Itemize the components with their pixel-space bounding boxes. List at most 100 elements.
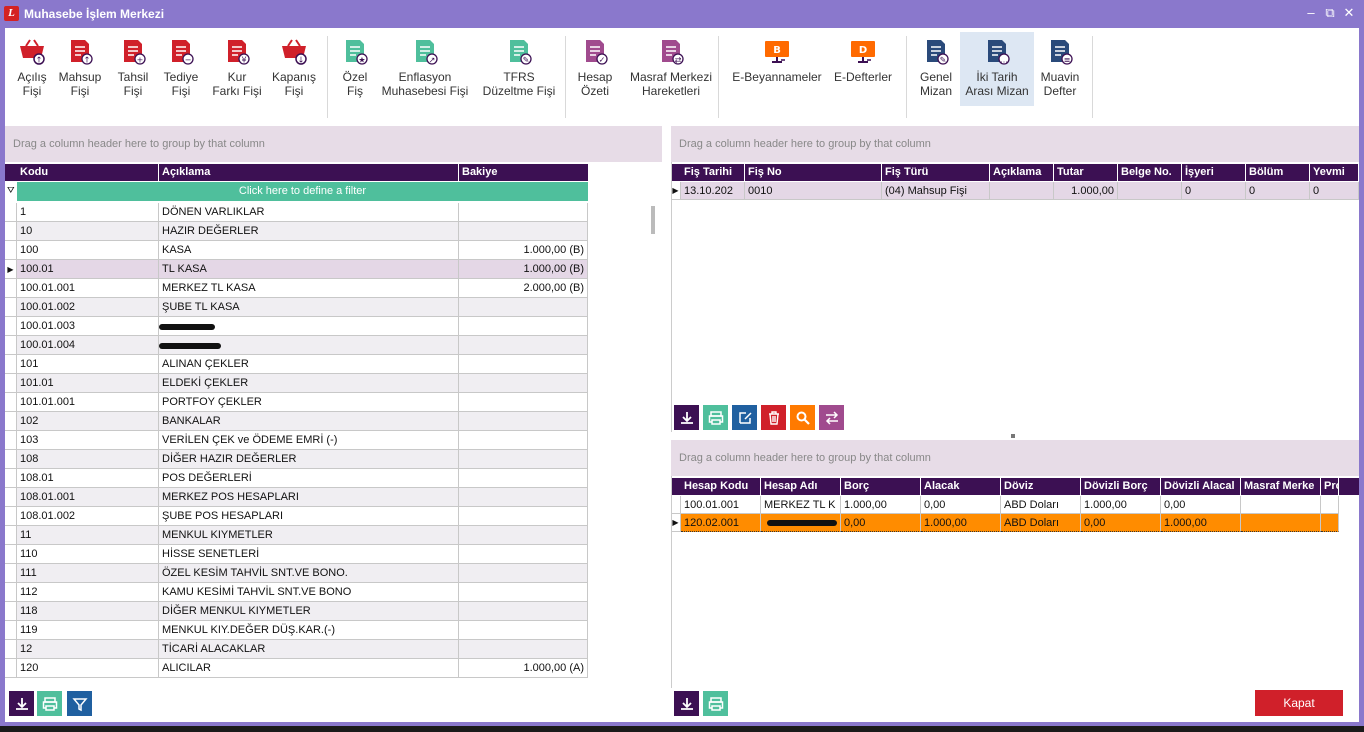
- ribbon-button-7[interactable]: ★ Özel Fiş: [335, 32, 375, 106]
- group-by-bar-vouchers[interactable]: Drag a column header here to group by th…: [671, 126, 1359, 162]
- ribbon-button-15[interactable]: … İki Tarih Arası Mizan: [960, 32, 1034, 106]
- grid-row[interactable]: 13.10.202 0010 (04) Mahsup Fişi 1.000,00 0 0 0: [681, 182, 1359, 200]
- scrollbar-thumb[interactable]: [651, 206, 655, 234]
- cell-aciklama: DÖNEN VARLIKLAR: [159, 203, 459, 222]
- ribbon-button-1[interactable]: ↑ Açılış Fişi: [10, 32, 54, 106]
- account-row[interactable]: 112 KAMU KESİMİ TAHVİL SNT.VE BONO: [17, 583, 588, 602]
- column-header[interactable]: Fiş Tarihi: [681, 164, 745, 181]
- ribbon-button-9[interactable]: ✎ TFRS Düzeltme Fişi: [475, 32, 563, 106]
- ribbon-button-5[interactable]: ¥ Kur Farkı Fişi: [211, 32, 263, 106]
- close-icon[interactable]: ✕: [1341, 5, 1357, 21]
- column-header[interactable]: Bölüm: [1246, 164, 1310, 181]
- column-header[interactable]: Döviz: [1001, 478, 1081, 495]
- account-row[interactable]: 100.01.004: [17, 336, 588, 355]
- cell-kodu: 101.01: [17, 374, 159, 393]
- column-header[interactable]: Hesap Kodu: [681, 478, 761, 495]
- svg-text:★: ★: [358, 56, 365, 65]
- ribbon-button-10[interactable]: ✓ Hesap Özeti: [571, 32, 619, 106]
- account-row[interactable]: 118 DİĞER MENKUL KIYMETLER: [17, 602, 588, 621]
- column-header[interactable]: İşyeri: [1182, 164, 1246, 181]
- column-header[interactable]: Fiş No: [745, 164, 882, 181]
- column-header-kodu[interactable]: Kodu: [17, 164, 159, 181]
- account-row[interactable]: 12 TİCARİ ALACAKLAR: [17, 640, 588, 659]
- account-row[interactable]: 11 MENKUL KIYMETLER: [17, 526, 588, 545]
- column-header-aciklama[interactable]: Açıklama: [159, 164, 459, 181]
- minimize-icon[interactable]: ‒: [1303, 5, 1319, 21]
- export-button[interactable]: [9, 691, 34, 716]
- ribbon-button-4[interactable]: − Tediye Fişi: [157, 32, 205, 106]
- account-row[interactable]: 102 BANKALAR: [17, 412, 588, 431]
- account-row[interactable]: 110 HİSSE SENETLERİ: [17, 545, 588, 564]
- account-row[interactable]: 100.01.002 ŞUBE TL KASA: [17, 298, 588, 317]
- account-row[interactable]: 1 DÖNEN VARLIKLAR: [17, 203, 588, 222]
- splitter[interactable]: [662, 126, 670, 722]
- account-row[interactable]: 120 ALICILAR 1.000,00 (A): [17, 659, 588, 678]
- account-row[interactable]: 111 ÖZEL KESİM TAHVİL SNT.VE BONO.: [17, 564, 588, 583]
- column-header[interactable]: Dövizli Alacal: [1161, 478, 1241, 495]
- group-by-bar-lines[interactable]: Drag a column header here to group by th…: [671, 440, 1359, 476]
- print-button[interactable]: [37, 691, 62, 716]
- column-header[interactable]: Hesap Adı: [761, 478, 841, 495]
- column-header[interactable]: Alacak: [921, 478, 1001, 495]
- ribbon-button-6[interactable]: ↓ Kapanış Fişi: [267, 32, 321, 106]
- account-row[interactable]: 108.01.002 ŞUBE POS HESAPLARI: [17, 507, 588, 526]
- column-header[interactable]: Tutar: [1054, 164, 1118, 181]
- export-vouchers-button[interactable]: [674, 405, 699, 430]
- account-row[interactable]: 100 KASA 1.000,00 (B): [17, 241, 588, 260]
- filter-row[interactable]: Click here to define a filter: [17, 182, 588, 201]
- svg-text:…: …: [1000, 56, 1008, 65]
- download-icon: [680, 411, 693, 424]
- ribbon-button-8[interactable]: ↗ Enflasyon Muhasebesi Fişi: [381, 32, 469, 106]
- column-header[interactable]: Fiş Türü: [882, 164, 990, 181]
- cell-bakiye: [459, 640, 588, 659]
- account-row[interactable]: 100.01.003: [17, 317, 588, 336]
- account-row[interactable]: 10 HAZIR DEĞERLER: [17, 222, 588, 241]
- account-row[interactable]: 100.01 TL KASA 1.000,00 (B): [17, 260, 588, 279]
- export-lines-button[interactable]: [674, 691, 699, 716]
- column-header[interactable]: Proje: [1321, 478, 1339, 495]
- column-header[interactable]: Belge No.: [1118, 164, 1182, 181]
- filter-button[interactable]: [67, 691, 92, 716]
- account-row[interactable]: 108 DİĞER HAZIR DEĞERLER: [17, 450, 588, 469]
- ribbon-button-2[interactable]: ↑ Mahsup Fişi: [56, 32, 104, 106]
- grid-row[interactable]: 100.01.001 MERKEZ TL K 1.000,00 0,00 ABD Dol…: [681, 496, 1359, 514]
- grid-cell: 1.000,00: [1161, 514, 1241, 532]
- app-logo-icon: L: [4, 6, 19, 21]
- close-button[interactable]: Kapat: [1255, 690, 1343, 716]
- cell-aciklama: ŞUBE POS HESAPLARI: [159, 507, 459, 526]
- account-row[interactable]: 108.01.001 MERKEZ POS HESAPLARI: [17, 488, 588, 507]
- edit-voucher-button[interactable]: [732, 405, 757, 430]
- print-vouchers-button[interactable]: [703, 405, 728, 430]
- column-header[interactable]: Yevmi: [1310, 164, 1359, 181]
- splitter-grip[interactable]: [1011, 434, 1015, 438]
- ribbon-button-13[interactable]: D E-Defterler: [829, 32, 897, 106]
- ribbon-button-12[interactable]: B E-Beyannameler: [727, 32, 827, 106]
- account-row[interactable]: 119 MENKUL KIY.DEĞER DÜŞ.KAR.(-): [17, 621, 588, 640]
- column-header[interactable]: Borç: [841, 478, 921, 495]
- cell-bakiye: [459, 564, 588, 583]
- row-indicator: [5, 488, 17, 507]
- ribbon-button-16[interactable]: ≡ Muavin Defter: [1036, 32, 1084, 106]
- ribbon-button-3[interactable]: + Tahsil Fişi: [110, 32, 156, 106]
- account-row[interactable]: 101 ALINAN ÇEKLER: [17, 355, 588, 374]
- print-lines-button[interactable]: [703, 691, 728, 716]
- row-indicator: [5, 450, 17, 469]
- account-row[interactable]: 103 VERİLEN ÇEK ve ÖDEME EMRİ (-): [17, 431, 588, 450]
- group-by-bar[interactable]: Drag a column header here to group by th…: [5, 126, 662, 162]
- delete-voucher-button[interactable]: [761, 405, 786, 430]
- column-header[interactable]: Açıklama: [990, 164, 1054, 181]
- ribbon-button-14[interactable]: ✎ Genel Mizan: [913, 32, 959, 106]
- account-row[interactable]: 108.01 POS DEĞERLERİ: [17, 469, 588, 488]
- ribbon-button-11[interactable]: ⇄ Masraf Merkezi Hareketleri: [621, 32, 721, 106]
- search-voucher-button[interactable]: [790, 405, 815, 430]
- column-header[interactable]: Dövizli Borç: [1081, 478, 1161, 495]
- account-row[interactable]: 100.01.001 MERKEZ TL KASA 2.000,00 (B): [17, 279, 588, 298]
- grid-cell: [1321, 496, 1339, 514]
- column-header[interactable]: Masraf Merke: [1241, 478, 1321, 495]
- maximize-icon[interactable]: ⧉: [1322, 5, 1338, 21]
- account-row[interactable]: 101.01.001 PORTFOY ÇEKLER: [17, 393, 588, 412]
- transfer-voucher-button[interactable]: [819, 405, 844, 430]
- account-row[interactable]: 101.01 ELDEKİ ÇEKLER: [17, 374, 588, 393]
- svg-text:↑: ↑: [84, 56, 91, 65]
- column-header-bakiye[interactable]: Bakiye: [459, 164, 588, 181]
